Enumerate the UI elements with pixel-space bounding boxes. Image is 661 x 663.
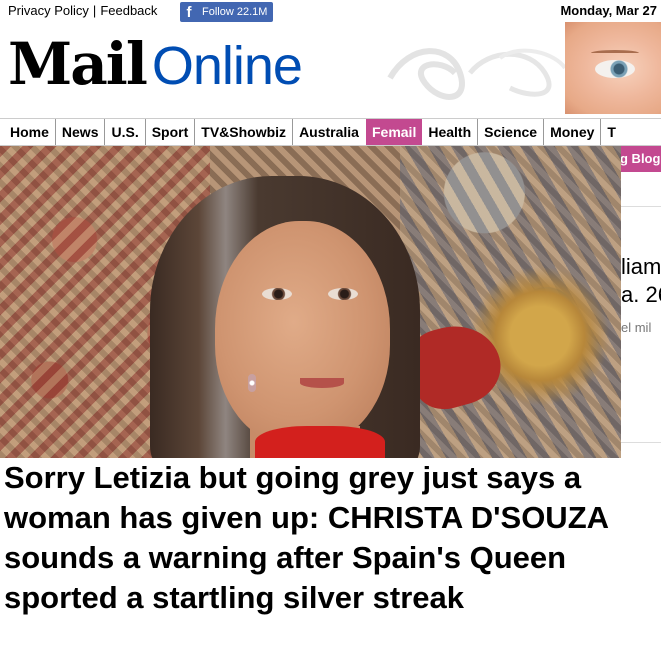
ornament-swirl-icon [387,48,567,100]
facebook-follow-label: Follow [202,6,234,18]
divider [621,206,661,207]
utility-links: Privacy Policy | Feedback [8,3,157,18]
top-utility-bar: Privacy Policy | Feedback f Follow 22.1M M… [0,0,661,22]
nav-item-sport[interactable]: Sport [146,119,196,145]
nav-item-home[interactable]: Home [0,119,56,145]
article-hero-image[interactable] [0,146,621,458]
portrait-eye-left [262,288,292,300]
site-logo[interactable]: Mail Online [8,30,303,98]
facebook-follow-button[interactable]: f Follow 22.1M [180,2,274,22]
logo-online-text: Online [151,36,303,96]
teaser-text-line-3: el mil [621,320,652,335]
nav-item-femail[interactable]: Femail [365,119,423,145]
portrait-eye-right [328,288,358,300]
teaser-text-line-1: liam [621,254,661,279]
nav-item-money[interactable]: Money [544,119,602,145]
nav-item-truncated[interactable]: T [601,119,622,145]
privacy-policy-link[interactable]: Privacy Policy [8,3,89,18]
right-column-teaser[interactable]: liam a. 26 el mil [621,172,661,458]
article-headline[interactable]: Sorry Letizia but going grey just says a… [4,458,654,618]
teaser-text-line-2: a. 26 [621,282,661,307]
separator: | [92,3,97,18]
nav-item-us[interactable]: U.S. [105,119,146,145]
portrait-red-collar [255,426,385,458]
facebook-follow-count: 22.1M [236,6,268,18]
masthead: Mail Online [0,22,661,114]
logo-mail-text: Mail [8,30,148,98]
facebook-icon: f [186,3,192,21]
nav-item-tvshowbiz[interactable]: TV&Showbiz [195,119,294,145]
portrait-earring [248,374,256,392]
nav-item-health[interactable]: Health [422,119,479,145]
nav-item-science[interactable]: Science [478,119,545,145]
promo-face-image[interactable] [565,22,661,114]
portrait-mouth [300,378,344,388]
nav-item-news[interactable]: News [56,119,106,145]
sub-nav-blog-tab[interactable]: g Blog [618,146,661,172]
promo-brow [591,50,639,56]
main-nav: Home News U.S. Sport TV&Showbiz Australi… [0,118,661,146]
current-date: Monday, Mar 27 [560,3,657,18]
divider [621,442,661,443]
portrait-face [215,221,390,446]
promo-eye [595,60,635,78]
nav-item-australia[interactable]: Australia [293,119,365,145]
feedback-link[interactable]: Feedback [100,3,157,18]
